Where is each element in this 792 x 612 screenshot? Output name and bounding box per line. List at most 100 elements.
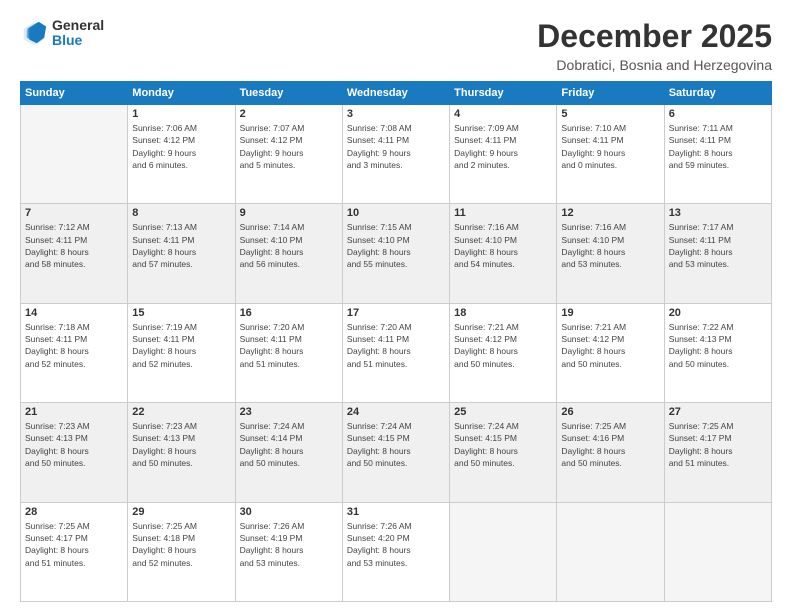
day-info: Sunrise: 7:23 AM Sunset: 4:13 PM Dayligh… [132,420,230,469]
day-number: 21 [25,406,123,418]
day-info: Sunrise: 7:20 AM Sunset: 4:11 PM Dayligh… [240,321,338,370]
table-row: 4Sunrise: 7:09 AM Sunset: 4:11 PM Daylig… [450,105,557,204]
table-row: 10 Sunrise: 7:15 AM Sunset: 4:10 PM Dayli… [342,204,449,303]
table-row: 12Sunrise: 7:16 AM Sunset: 4:10 PM Dayli… [557,204,664,303]
table-row: 29 Sunrise: 7:25 AM Sunset: 4:18 PM Dayli… [128,502,235,601]
day-info: Sunrise: 7:25 AM Sunset: 4:17 PM Dayligh… [669,420,767,469]
table-row: 9Sunrise: 7:14 AM Sunset: 4:10 PM Daylig… [235,204,342,303]
table-row: 1 Sunrise: 7:06 AM Sunset: 4:12 PM Daylig… [128,105,235,204]
calendar-week-row: 21 Sunrise: 7:23 AM Sunset: 4:13 PM Dayli… [21,403,772,502]
table-row: 21 Sunrise: 7:23 AM Sunset: 4:13 PM Dayli… [21,403,128,502]
table-row: 7 Sunrise: 7:12 AM Sunset: 4:11 PM Daylig… [21,204,128,303]
table-row: 31 Sunrise: 7:26 AM Sunset: 4:20 PM Dayli… [342,502,449,601]
day-number: 15 [132,307,230,319]
table-row: 13 Sunrise: 7:17 AM Sunset: 4:11 PM Dayli… [664,204,771,303]
table-row: 5 Sunrise: 7:10 AM Sunset: 4:11 PM Daylig… [557,105,664,204]
day-info: Sunrise: 7:06 AM Sunset: 4:12 PM Dayligh… [132,122,230,171]
table-row: 22Sunrise: 7:23 AM Sunset: 4:13 PM Dayli… [128,403,235,502]
day-info: Sunrise: 7:08 AM Sunset: 4:11 PM Dayligh… [347,122,445,171]
logo-text: General Blue [52,18,104,49]
col-tuesday: Tuesday [235,82,342,105]
day-number: 27 [669,406,767,418]
table-row: 20 Sunrise: 7:22 AM Sunset: 4:13 PM Dayli… [664,303,771,402]
day-number: 25 [454,406,552,418]
day-number: 24 [347,406,445,418]
day-number: 28 [25,506,123,518]
day-number: 29 [132,506,230,518]
table-row: 27 Sunrise: 7:25 AM Sunset: 4:17 PM Dayli… [664,403,771,502]
table-row [21,105,128,204]
logo-icon [20,19,48,47]
col-saturday: Saturday [664,82,771,105]
table-row: 6 Sunrise: 7:11 AM Sunset: 4:11 PM Daylig… [664,105,771,204]
col-friday: Friday [557,82,664,105]
day-number: 4 [454,108,552,120]
day-number: 1 [132,108,230,120]
day-number: 23 [240,406,338,418]
day-number: 31 [347,506,445,518]
day-number: 7 [25,207,123,219]
day-number: 20 [669,307,767,319]
day-info: Sunrise: 7:20 AM Sunset: 4:11 PM Dayligh… [347,321,445,370]
day-number: 10 [347,207,445,219]
day-info: Sunrise: 7:24 AM Sunset: 4:14 PM Dayligh… [240,420,338,469]
table-row: 11 Sunrise: 7:16 AM Sunset: 4:10 PM Dayli… [450,204,557,303]
day-info: Sunrise: 7:19 AM Sunset: 4:11 PM Dayligh… [132,321,230,370]
table-row [450,502,557,601]
table-row: 16 Sunrise: 7:20 AM Sunset: 4:11 PM Dayli… [235,303,342,402]
day-info: Sunrise: 7:07 AM Sunset: 4:12 PM Dayligh… [240,122,338,171]
day-number: 13 [669,207,767,219]
table-row: 15 Sunrise: 7:19 AM Sunset: 4:11 PM Dayli… [128,303,235,402]
day-info: Sunrise: 7:15 AM Sunset: 4:10 PM Dayligh… [347,221,445,270]
table-row: 30Sunrise: 7:26 AM Sunset: 4:19 PM Dayli… [235,502,342,601]
day-info: Sunrise: 7:26 AM Sunset: 4:20 PM Dayligh… [347,520,445,569]
day-info: Sunrise: 7:18 AM Sunset: 4:11 PM Dayligh… [25,321,123,370]
day-info: Sunrise: 7:24 AM Sunset: 4:15 PM Dayligh… [347,420,445,469]
day-info: Sunrise: 7:17 AM Sunset: 4:11 PM Dayligh… [669,221,767,270]
day-info: Sunrise: 7:12 AM Sunset: 4:11 PM Dayligh… [25,221,123,270]
day-number: 5 [561,108,659,120]
day-info: Sunrise: 7:10 AM Sunset: 4:11 PM Dayligh… [561,122,659,171]
table-row: 25Sunrise: 7:24 AM Sunset: 4:15 PM Dayli… [450,403,557,502]
main-title: December 2025 [537,18,772,55]
page: General Blue December 2025 Dobratici, Bo… [0,0,792,612]
table-row: 28 Sunrise: 7:25 AM Sunset: 4:17 PM Dayli… [21,502,128,601]
day-number: 6 [669,108,767,120]
title-block: December 2025 Dobratici, Bosnia and Herz… [537,18,772,73]
col-thursday: Thursday [450,82,557,105]
day-number: 11 [454,207,552,219]
table-row [664,502,771,601]
day-number: 26 [561,406,659,418]
table-row: 19 Sunrise: 7:21 AM Sunset: 4:12 PM Dayli… [557,303,664,402]
day-info: Sunrise: 7:21 AM Sunset: 4:12 PM Dayligh… [561,321,659,370]
table-row [557,502,664,601]
calendar-table: Sunday Monday Tuesday Wednesday Thursday… [20,81,772,602]
header: General Blue December 2025 Dobratici, Bo… [20,18,772,73]
day-info: Sunrise: 7:25 AM Sunset: 4:18 PM Dayligh… [132,520,230,569]
day-info: Sunrise: 7:25 AM Sunset: 4:17 PM Dayligh… [25,520,123,569]
logo-blue-text: Blue [52,33,104,48]
col-sunday: Sunday [21,82,128,105]
table-row: 18Sunrise: 7:21 AM Sunset: 4:12 PM Dayli… [450,303,557,402]
table-row: 8Sunrise: 7:13 AM Sunset: 4:11 PM Daylig… [128,204,235,303]
day-number: 16 [240,307,338,319]
day-number: 19 [561,307,659,319]
day-info: Sunrise: 7:21 AM Sunset: 4:12 PM Dayligh… [454,321,552,370]
table-row: 23 Sunrise: 7:24 AM Sunset: 4:14 PM Dayli… [235,403,342,502]
calendar-week-row: 7 Sunrise: 7:12 AM Sunset: 4:11 PM Daylig… [21,204,772,303]
day-info: Sunrise: 7:25 AM Sunset: 4:16 PM Dayligh… [561,420,659,469]
day-info: Sunrise: 7:23 AM Sunset: 4:13 PM Dayligh… [25,420,123,469]
day-info: Sunrise: 7:22 AM Sunset: 4:13 PM Dayligh… [669,321,767,370]
subtitle: Dobratici, Bosnia and Herzegovina [537,57,772,73]
day-number: 3 [347,108,445,120]
day-number: 12 [561,207,659,219]
table-row: 2 Sunrise: 7:07 AM Sunset: 4:12 PM Daylig… [235,105,342,204]
day-number: 2 [240,108,338,120]
calendar-week-row: 28 Sunrise: 7:25 AM Sunset: 4:17 PM Dayli… [21,502,772,601]
day-info: Sunrise: 7:11 AM Sunset: 4:11 PM Dayligh… [669,122,767,171]
header-row: Sunday Monday Tuesday Wednesday Thursday… [21,82,772,105]
calendar-week-row: 14Sunrise: 7:18 AM Sunset: 4:11 PM Dayli… [21,303,772,402]
table-row: 26 Sunrise: 7:25 AM Sunset: 4:16 PM Dayli… [557,403,664,502]
col-wednesday: Wednesday [342,82,449,105]
day-info: Sunrise: 7:16 AM Sunset: 4:10 PM Dayligh… [454,221,552,270]
